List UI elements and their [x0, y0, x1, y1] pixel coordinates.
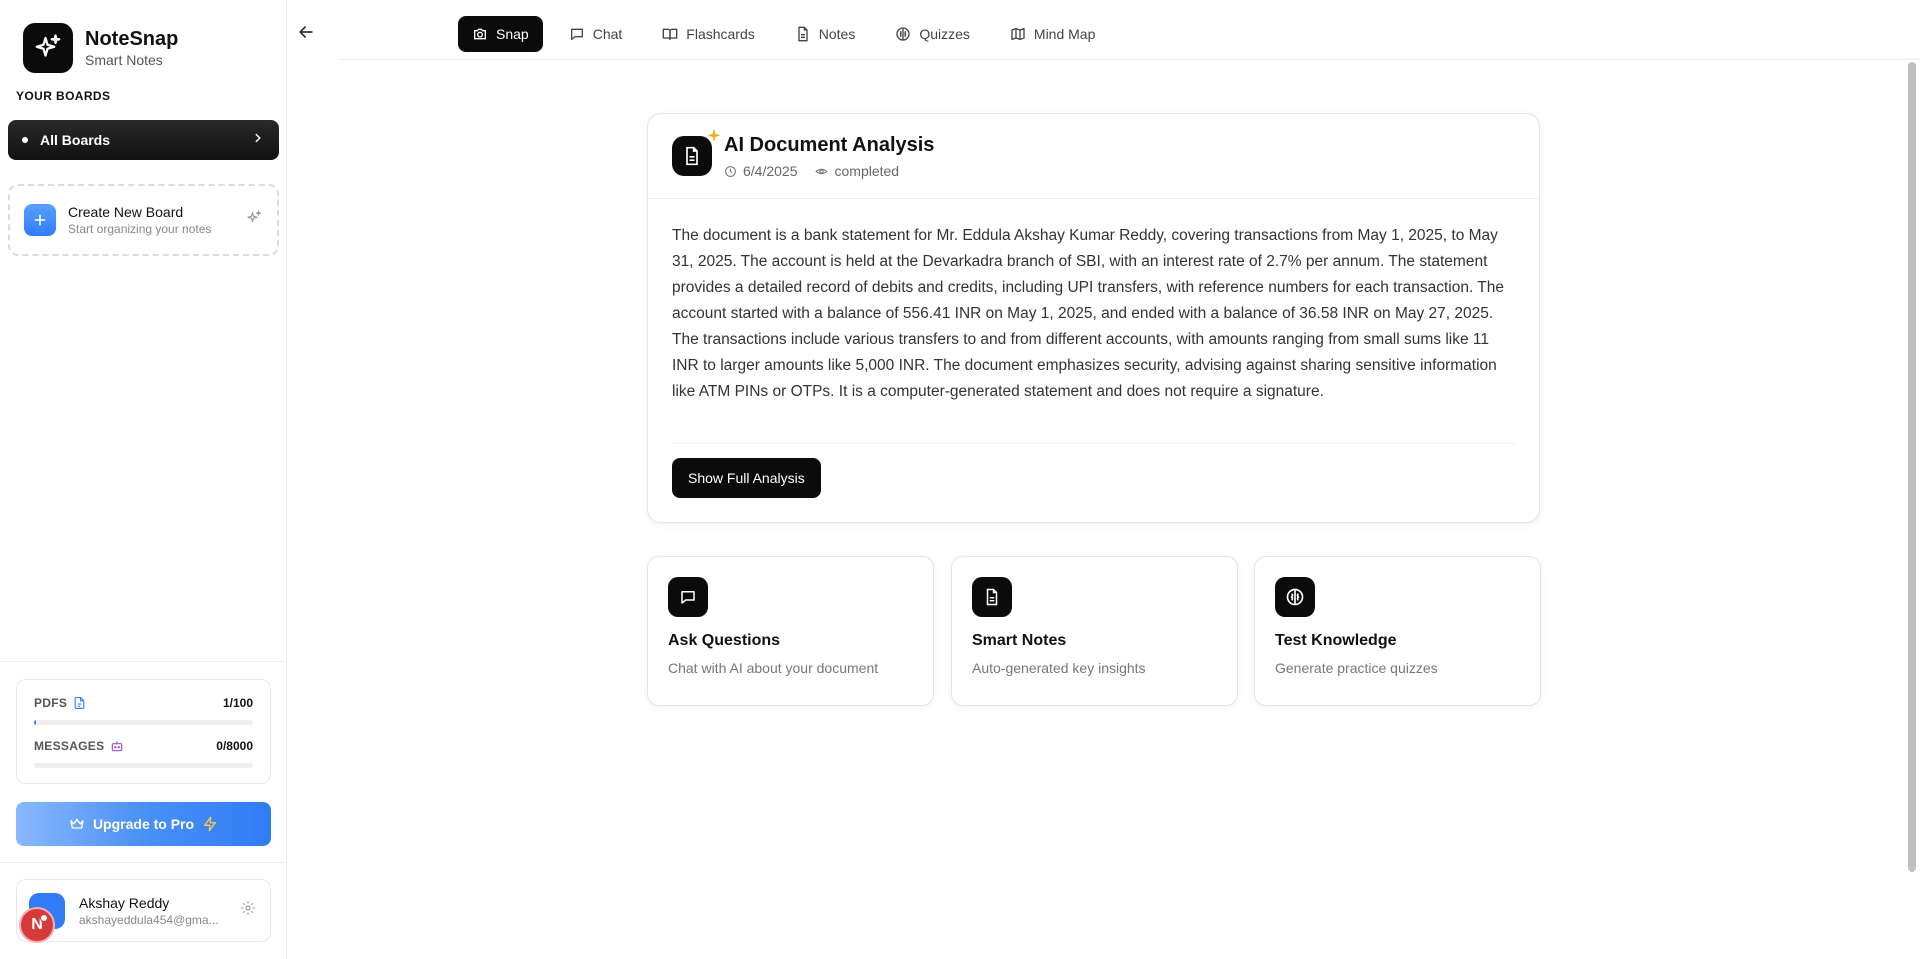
pdfs-usage-label: PDFS [34, 696, 86, 710]
tab-mind-map-label: Mind Map [1033, 26, 1096, 42]
notification-badge[interactable]: N [19, 906, 55, 943]
brand[interactable]: NoteSnap Smart Notes [23, 23, 178, 73]
gear-icon[interactable] [240, 900, 256, 921]
chat-icon [668, 577, 708, 617]
book-icon [662, 28, 678, 40]
upgrade-to-pro-button[interactable]: Upgrade to Pro [16, 802, 271, 846]
upgrade-label: Upgrade to Pro [92, 816, 195, 832]
divider [672, 443, 1515, 444]
tab-notes[interactable]: Notes [781, 16, 870, 52]
divider [0, 661, 287, 662]
all-boards-label: All Boards [40, 132, 111, 148]
feature-title: Test Knowledge [1275, 632, 1397, 649]
camera-icon [474, 28, 486, 40]
app: NoteSnap Smart Notes YOUR BOARDS All Boa… [0, 0, 1920, 959]
tab-flashcards-label: Flashcards [686, 26, 755, 42]
pdfs-progress-bar [34, 720, 253, 725]
file-icon [74, 697, 85, 709]
divider [340, 59, 1920, 60]
messages-usage-value: 0/8000 [216, 739, 253, 753]
tab-quizzes-label: Quizzes [919, 26, 970, 42]
document-icon [798, 26, 808, 42]
feature-card-ask-questions[interactable]: Ask Questions Chat with AI about your do… [647, 556, 934, 706]
clock-icon [725, 165, 736, 177]
analysis-date: 6/4/2025 [724, 163, 798, 179]
pdfs-label-text: PDFS [34, 696, 68, 710]
tab-bar: Snap Chat Flashcards Notes Quizzes Mind … [458, 16, 1121, 52]
bullet-icon [22, 137, 28, 143]
lightning-icon [204, 816, 217, 832]
bot-icon [112, 741, 123, 752]
chat-icon [570, 28, 583, 40]
usage-card: PDFS 1/100 MESSAGES 0/8000 [16, 679, 271, 784]
tab-mind-map[interactable]: Mind Map [996, 16, 1109, 52]
feature-title: Ask Questions [668, 632, 781, 649]
tab-chat[interactable]: Chat [555, 16, 637, 52]
tab-notes-label: Notes [818, 26, 856, 42]
feature-subtitle: Auto-generated key insights [972, 660, 1146, 676]
back-arrow-icon[interactable] [296, 22, 316, 42]
create-board-title: Create New Board [68, 204, 184, 220]
crown-icon [70, 818, 84, 829]
analysis-summary: The document is a bank statement for Mr.… [672, 227, 1504, 400]
analysis-card: AI Document Analysis 6/4/2025 completed … [647, 113, 1540, 523]
pdfs-progress-fill [34, 720, 37, 725]
brain-icon [1275, 577, 1315, 617]
tab-snap-label: Snap [496, 26, 529, 42]
sparkle-icon [706, 128, 722, 149]
analysis-header: AI Document Analysis 6/4/2025 completed [648, 114, 1539, 199]
feature-title: Smart Notes [972, 632, 1067, 649]
document-icon [672, 129, 721, 176]
status-dot [40, 913, 48, 922]
tab-snap[interactable]: Snap [458, 16, 543, 52]
tab-flashcards[interactable]: Flashcards [648, 16, 768, 52]
feature-subtitle: Generate practice quizzes [1275, 660, 1438, 676]
tab-chat-label: Chat [592, 26, 623, 42]
analysis-title: AI Document Analysis [724, 134, 935, 156]
map-icon [1011, 28, 1025, 40]
tab-quizzes[interactable]: Quizzes [881, 16, 984, 52]
divider [0, 862, 287, 863]
eye-icon [814, 168, 828, 174]
messages-label-text: MESSAGES [34, 739, 105, 753]
messages-usage-label: MESSAGES [34, 739, 124, 753]
sidebar: NoteSnap Smart Notes YOUR BOARDS All Boa… [0, 0, 287, 959]
feature-subtitle: Chat with AI about your document [668, 660, 879, 676]
boards-heading: YOUR BOARDS [16, 89, 111, 103]
analysis-status: completed [814, 163, 900, 179]
scrollbar[interactable] [1908, 62, 1916, 872]
pdfs-usage-value: 1/100 [222, 696, 253, 710]
sparkle-logo-icon [23, 23, 73, 73]
document-icon [972, 577, 1012, 617]
plus-icon [24, 204, 56, 236]
feature-card-test-knowledge[interactable]: Test Knowledge Generate practice quizzes [1254, 556, 1541, 706]
brain-icon [896, 27, 910, 41]
show-full-analysis-button[interactable]: Show Full Analysis [672, 458, 821, 498]
chevron-right-icon [251, 131, 265, 150]
create-board-subtitle: Start organizing your notes [68, 222, 212, 236]
user-name: Akshay Reddy [79, 894, 170, 911]
sparkle-icon [245, 209, 263, 232]
messages-progress-bar [34, 763, 253, 768]
status-text: completed [834, 163, 900, 179]
date-text: 6/4/2025 [743, 163, 798, 179]
brand-subtitle: Smart Notes [85, 52, 163, 68]
user-profile-card[interactable]: N Akshay Reddy akshayeddula454@gma... [16, 879, 271, 943]
avatar[interactable]: N [19, 892, 65, 943]
all-boards-item[interactable]: All Boards [8, 120, 279, 160]
user-email: akshayeddula454@gma... [79, 912, 219, 927]
brand-name: NoteSnap [85, 28, 179, 50]
feature-card-smart-notes[interactable]: Smart Notes Auto-generated key insights [951, 556, 1238, 706]
create-board-button[interactable]: Create New Board Start organizing your n… [8, 184, 279, 256]
